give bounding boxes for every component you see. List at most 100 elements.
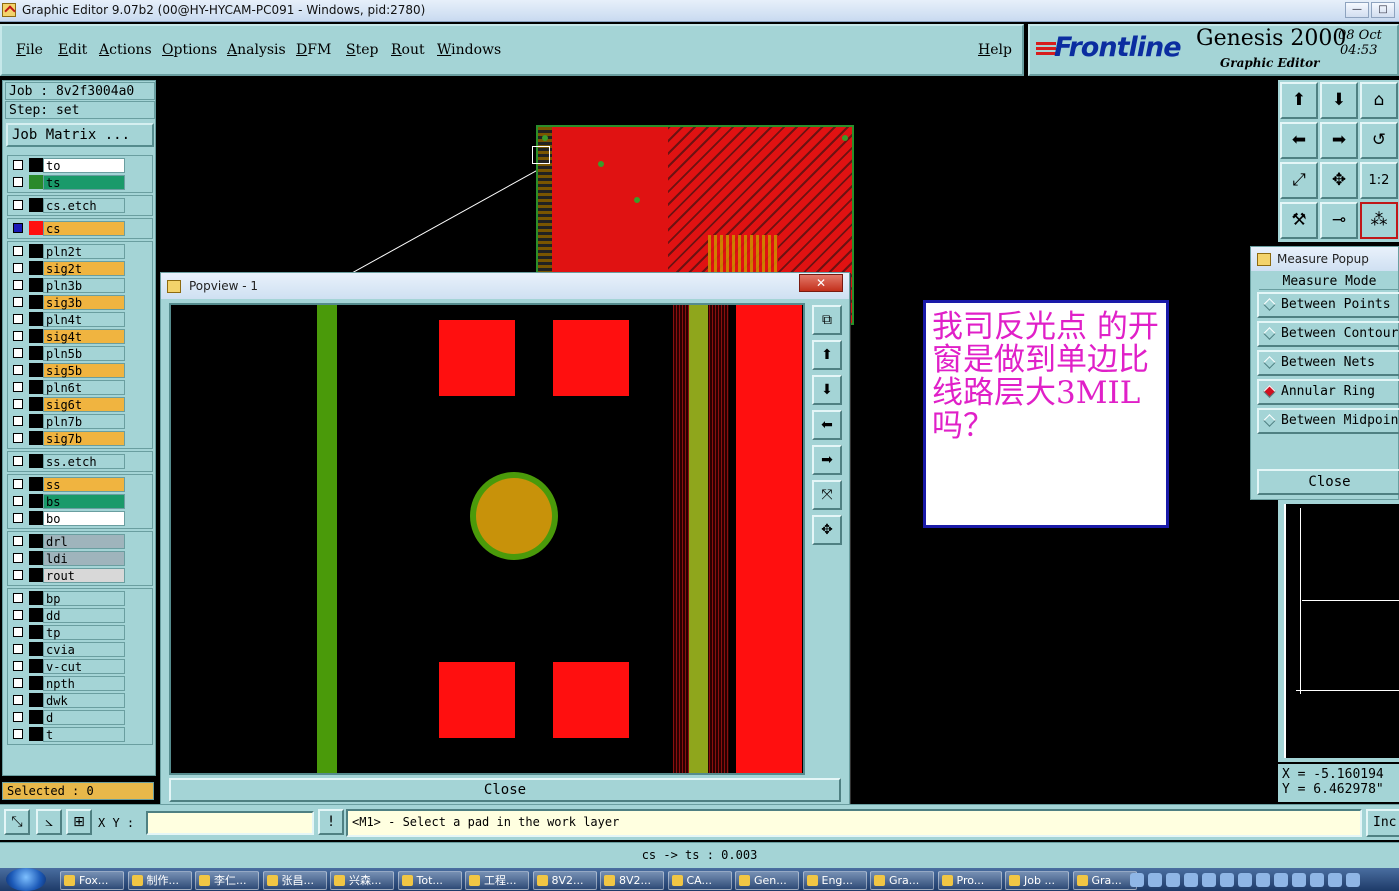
layer-checkbox[interactable] (13, 246, 23, 256)
layer-name[interactable]: pln5b (43, 345, 125, 361)
inc-button[interactable]: Inc (1366, 809, 1399, 837)
layer-checkbox[interactable] (13, 678, 23, 688)
taskbar-button[interactable]: Gra... (870, 871, 934, 890)
layer-name[interactable]: pln2t (43, 243, 125, 259)
layer-color-swatch[interactable] (29, 397, 43, 411)
angle-mode-icon[interactable]: ⦣ (36, 809, 62, 835)
layer-color-swatch[interactable] (29, 158, 43, 172)
layer-row[interactable]: ss (8, 476, 152, 492)
layer-color-swatch[interactable] (29, 591, 43, 605)
pan-right-icon[interactable]: ➡ (1320, 122, 1358, 159)
taskbar-button[interactable]: Fox... (60, 871, 124, 890)
layer-color-swatch[interactable] (29, 346, 43, 360)
layer-row[interactable]: to (8, 157, 152, 173)
layer-checkbox[interactable] (13, 399, 23, 409)
layer-name[interactable]: rout (43, 567, 125, 583)
layer-row[interactable]: pln5b (8, 345, 152, 361)
job-matrix-button[interactable]: Job Matrix ... (6, 123, 154, 147)
taskbar-button[interactable]: Gra... (1072, 871, 1137, 890)
taskbar-button[interactable]: 兴森... (330, 871, 394, 890)
layer-row[interactable]: cs (8, 220, 152, 236)
layer-checkbox[interactable] (13, 223, 23, 233)
pan-left-icon[interactable]: ⬅ (1280, 122, 1318, 159)
layer-checkbox[interactable] (13, 416, 23, 426)
layer-checkbox[interactable] (13, 160, 23, 170)
zoom-window-icon[interactable]: ⧉ (812, 305, 842, 335)
layer-color-swatch[interactable] (29, 414, 43, 428)
layer-name[interactable]: dwk (43, 692, 125, 708)
layer-row[interactable]: bp (8, 590, 152, 606)
layer-row[interactable]: pln2t (8, 243, 152, 259)
tray-icon[interactable] (1346, 873, 1360, 887)
layer-name[interactable]: t (43, 726, 125, 742)
pan-up-icon[interactable]: ⬆ (812, 340, 842, 370)
layer-row[interactable]: sig5b (8, 362, 152, 378)
layer-color-swatch[interactable] (29, 676, 43, 690)
home-icon[interactable]: ⌂ (1360, 82, 1398, 119)
layer-color-swatch[interactable] (29, 494, 43, 508)
taskbar-button[interactable]: Tot... (397, 871, 462, 890)
xy-input[interactable] (146, 811, 314, 835)
taskbar-button[interactable]: CA... (667, 871, 732, 890)
layer-color-swatch[interactable] (29, 261, 43, 275)
layer-checkbox[interactable] (13, 536, 23, 546)
layer-name[interactable]: bo (43, 510, 125, 526)
layer-name[interactable]: cs.etch (43, 197, 125, 213)
layer-name[interactable]: pln4t (43, 311, 125, 327)
layer-name[interactable]: pln6t (43, 379, 125, 395)
option-annular-ring[interactable]: Annular Ring (1257, 379, 1399, 405)
layer-checkbox[interactable] (13, 712, 23, 722)
option-between-points[interactable]: Between Points (1257, 292, 1399, 318)
layer-row[interactable]: pln3b (8, 277, 152, 293)
tray-icon[interactable] (1328, 873, 1342, 887)
layer-color-swatch[interactable] (29, 244, 43, 258)
layer-color-swatch[interactable] (29, 175, 43, 189)
layer-name[interactable]: ss.etch (43, 453, 125, 469)
layer-checkbox[interactable] (13, 382, 23, 392)
taskbar-button[interactable]: Pro... (937, 871, 1002, 890)
layer-name[interactable]: drl (43, 533, 125, 549)
pan-up-icon[interactable]: ⬆ (1280, 82, 1318, 119)
tray-icon[interactable] (1184, 873, 1198, 887)
layer-name[interactable]: pln7b (43, 413, 125, 429)
layer-name[interactable]: cvia (43, 641, 125, 657)
layer-checkbox[interactable] (13, 553, 23, 563)
layer-color-swatch[interactable] (29, 534, 43, 548)
layer-color-swatch[interactable] (29, 431, 43, 445)
alert-icon[interactable]: ! (318, 809, 344, 835)
layer-row[interactable]: bs (8, 493, 152, 509)
layer-row[interactable]: pln7b (8, 413, 152, 429)
measure-tool-icon[interactable]: ⚒ (1280, 202, 1318, 239)
layer-color-swatch[interactable] (29, 659, 43, 673)
tray-icon[interactable] (1292, 873, 1306, 887)
layer-checkbox[interactable] (13, 331, 23, 341)
pan-down-icon[interactable]: ⬇ (812, 375, 842, 405)
maximize-button[interactable]: □ (1371, 2, 1395, 18)
layer-checkbox[interactable] (13, 348, 23, 358)
layer-color-swatch[interactable] (29, 642, 43, 656)
taskbar-button[interactable]: 8V2... (532, 871, 597, 890)
tray-icon[interactable] (1238, 873, 1252, 887)
layer-color-swatch[interactable] (29, 329, 43, 343)
menu-file[interactable]: File (16, 42, 43, 58)
layer-color-swatch[interactable] (29, 363, 43, 377)
option-between-nets[interactable]: Between Nets (1257, 350, 1399, 376)
minimize-button[interactable]: — (1345, 2, 1369, 18)
menu-edit[interactable]: Edit (58, 42, 87, 58)
layer-checkbox[interactable] (13, 297, 23, 307)
layer-row[interactable]: sig2t (8, 260, 152, 276)
layer-color-swatch[interactable] (29, 727, 43, 741)
layer-color-swatch[interactable] (29, 625, 43, 639)
popview-canvas[interactable] (169, 303, 805, 775)
zoom-out-icon[interactable]: ✥ (812, 515, 842, 545)
taskbar-button[interactable]: 工程... (465, 871, 529, 890)
menu-step[interactable]: Step (346, 42, 378, 58)
layer-checkbox[interactable] (13, 280, 23, 290)
layer-row[interactable]: tp (8, 624, 152, 640)
tray-icon[interactable] (1310, 873, 1324, 887)
menu-rout[interactable]: Rout (391, 42, 425, 58)
layer-row[interactable]: ts (8, 174, 152, 190)
undo-view-icon[interactable]: ↺ (1360, 122, 1398, 159)
layer-row[interactable]: cvia (8, 641, 152, 657)
layer-checkbox[interactable] (13, 593, 23, 603)
